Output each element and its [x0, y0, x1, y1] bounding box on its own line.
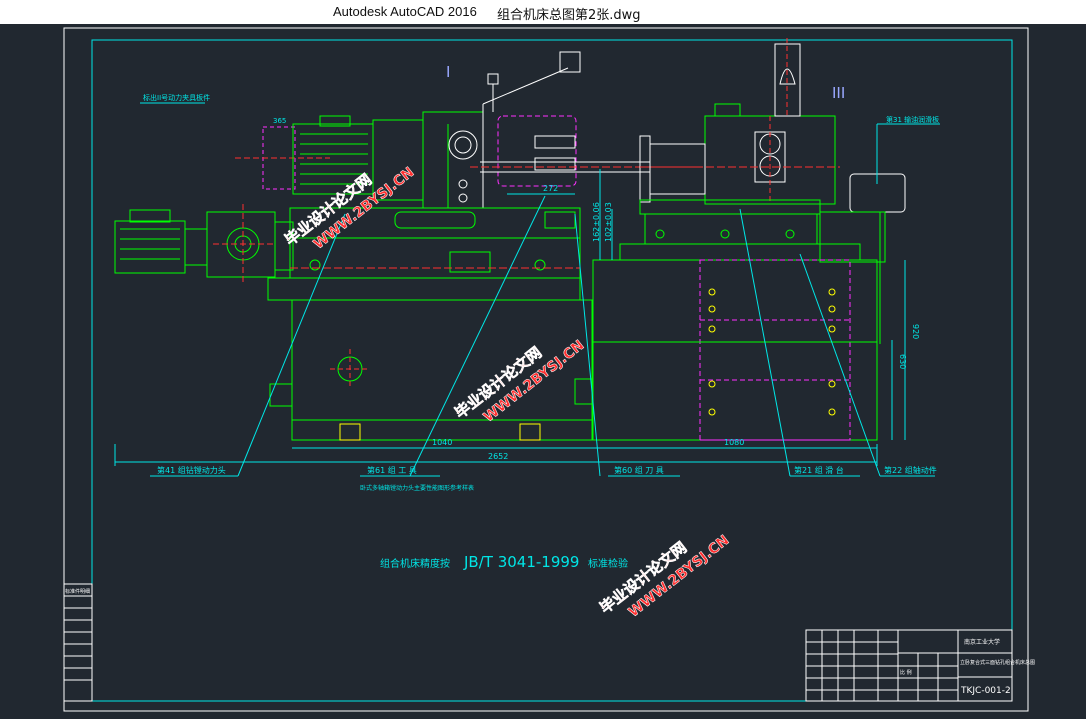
watermark-3: 毕业设计论文网 WWW.2BYSJ.CN — [596, 532, 732, 621]
label-group-60: 第60 组 刀 具 — [614, 465, 664, 475]
file-title: 组合机床总图第2张.dwg — [497, 8, 641, 23]
dim-365: 365 — [273, 117, 286, 125]
dim-2652: 2652 — [488, 452, 508, 461]
left-drive-motor — [114, 209, 208, 274]
watermark-1: 毕业设计论文网 WWW.2BYSJ.CN — [281, 164, 417, 253]
drawing-canvas[interactable]: I III 标出II号动力夹具板件 365 272 162±0.06 102±0… — [0, 24, 1086, 714]
roman-numeral-3: III — [832, 84, 845, 102]
hydraulic-station — [819, 173, 906, 344]
vertical-column-unit — [774, 38, 801, 117]
title-bar: Autodesk AutoCAD 2016 组合机床总图第2张.dwg — [0, 0, 1086, 24]
app-title: Autodesk AutoCAD 2016 — [333, 4, 477, 19]
standard-note-prefix: 组合机床精度按 — [380, 557, 450, 570]
label-group-21: 第21 组 滑 台 — [794, 465, 844, 475]
left-gearbox — [206, 204, 294, 284]
roman-numeral-1: I — [446, 63, 450, 81]
hidden-slide-cover — [497, 115, 577, 187]
label-group-61: 第61 组 工 具 — [367, 465, 417, 475]
right-power-head — [639, 103, 840, 205]
title-block-school: 南京工业大学 — [964, 638, 1000, 646]
dim-630: 630 — [898, 354, 907, 369]
dim-1040: 1040 — [432, 438, 452, 447]
dim-1080: 1080 — [724, 438, 744, 447]
label-group-41: 第41 组钻镗动力头 — [157, 465, 226, 475]
dim-920: 920 — [911, 324, 920, 339]
cad-drawing[interactable]: I III 标出II号动力夹具板件 365 272 162±0.06 102±0… — [0, 24, 1086, 714]
dim-162: 162±0.06 — [592, 202, 601, 242]
title-block-scale: 比 例 — [900, 669, 912, 676]
title-block-drawing-no: TKJC-001-2 — [960, 686, 1011, 696]
callout-31: 第31 输油润滑板 — [886, 115, 939, 124]
dim-102: 102±0.03 — [604, 202, 613, 242]
dim-272: 272 — [543, 184, 558, 193]
left-machine-bed — [267, 277, 593, 441]
label-group-61-sub: 卧式多轴箱镗动力头主要性能图形参考样表 — [360, 484, 474, 492]
title-block-project: 立卧复合式三面钻孔组合机床总图 — [960, 659, 1035, 666]
standard-note-code: JB/T 3041-1999 — [463, 553, 579, 571]
left-table-header: 标准件明细 — [65, 588, 90, 595]
top-left-note: 标出II号动力夹具板件 — [143, 93, 210, 102]
left-parts-table — [63, 583, 93, 702]
label-group-22: 第22 组轴动件 — [884, 465, 937, 475]
standard-note-suffix: 标准检验 — [588, 557, 628, 570]
